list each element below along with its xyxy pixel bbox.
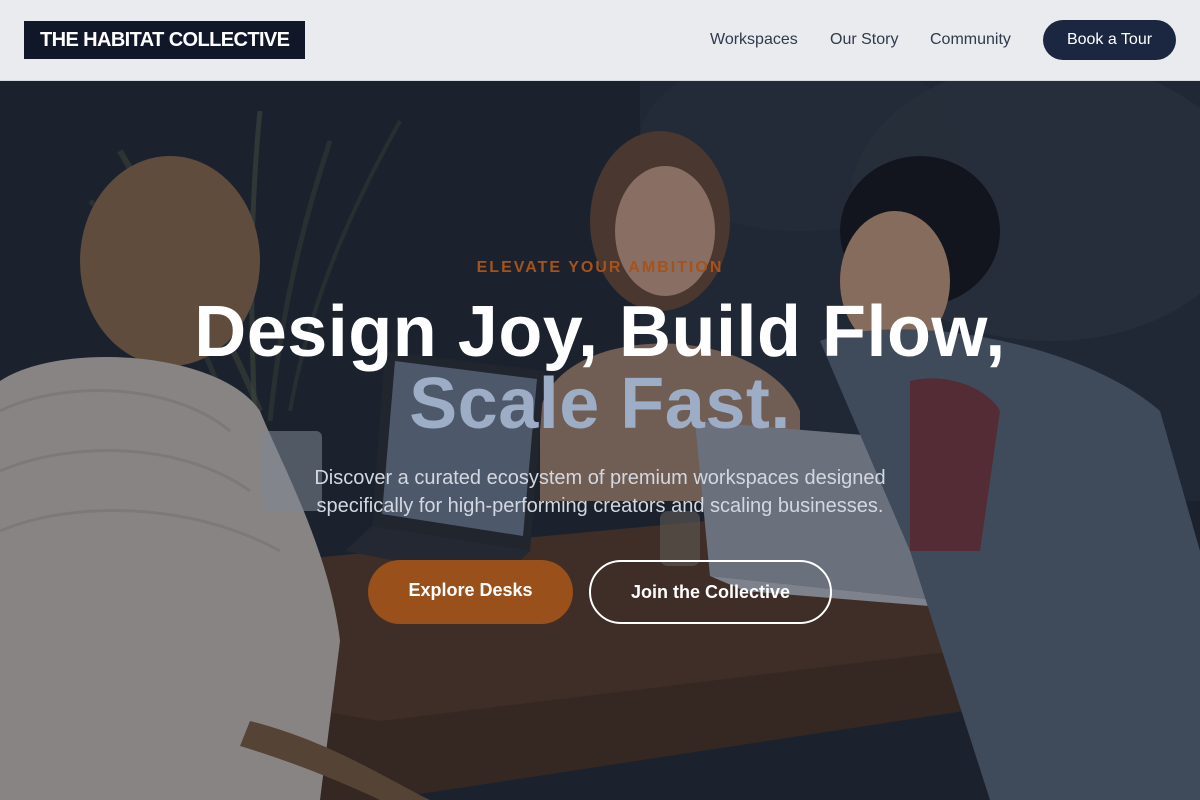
hero-subcopy: Discover a curated ecosystem of premium …: [314, 467, 886, 517]
hero-eyebrow: ELEVATE YOUR AMBITION: [476, 259, 724, 276]
explore-desks-button[interactable]: Explore Desks: [368, 560, 573, 624]
landing-page: THE HABITAT COLLECTIVE Workspaces Our St…: [0, 0, 1200, 800]
hero-headline-line-2: Scale Fast.: [409, 364, 791, 444]
nav-link-workspaces[interactable]: Workspaces: [710, 30, 798, 50]
hero-headline-line-1: Design Joy, Build Flow,: [194, 292, 1006, 372]
nav-link-community[interactable]: Community: [930, 30, 1011, 50]
join-collective-button[interactable]: Join the Collective: [589, 560, 832, 624]
brand-logo[interactable]: THE HABITAT COLLECTIVE: [24, 21, 306, 59]
site-header: THE HABITAT COLLECTIVE Workspaces Our St…: [0, 0, 1200, 81]
nav-link-our-story[interactable]: Our Story: [830, 30, 898, 50]
book-tour-button[interactable]: Book a Tour: [1043, 20, 1176, 60]
